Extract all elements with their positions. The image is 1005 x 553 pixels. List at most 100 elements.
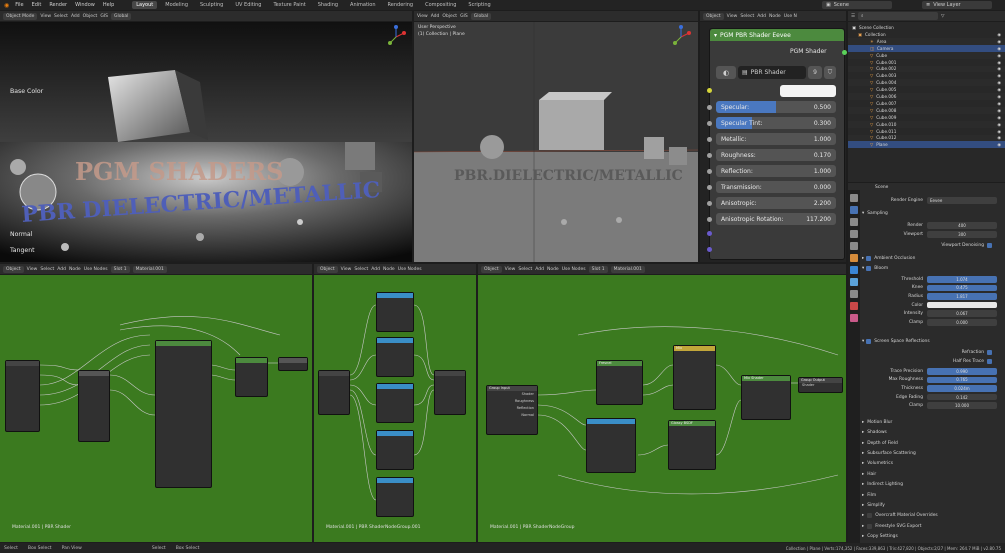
properties-tab-icons[interactable] bbox=[848, 190, 860, 370]
outliner-item[interactable]: ▽ Plane ◉ bbox=[848, 141, 1005, 149]
ne3-slot[interactable]: Slot 1 bbox=[588, 265, 608, 273]
ne3-node[interactable]: Node bbox=[547, 267, 559, 272]
ne1-output-node[interactable] bbox=[278, 357, 308, 371]
prop-section[interactable]: ▸ Subsurface Scattering bbox=[862, 449, 1003, 458]
prop-section[interactable]: ▸ Depth of Field bbox=[862, 439, 1003, 448]
visibility-eye-icon[interactable]: ◉ bbox=[997, 60, 1001, 65]
base-color-socket[interactable] bbox=[707, 88, 712, 93]
prop-row-field[interactable]: 0.067 bbox=[927, 310, 997, 317]
ao-checkbox[interactable] bbox=[866, 255, 872, 261]
tab-modeling[interactable]: Modeling bbox=[161, 1, 192, 9]
param-socket[interactable] bbox=[707, 217, 712, 222]
ssr-section[interactable]: ▾ Screen Space Reflections bbox=[862, 337, 1003, 346]
param-field-3[interactable]: Roughness: 0.170 bbox=[716, 149, 836, 161]
param-socket[interactable] bbox=[707, 121, 712, 126]
menu-render[interactable]: Render bbox=[47, 2, 69, 8]
param-socket[interactable] bbox=[707, 105, 712, 110]
ne1-node[interactable]: Node bbox=[69, 267, 81, 272]
outliner-display-icon[interactable]: ☰ bbox=[851, 14, 855, 19]
prop-row-field[interactable] bbox=[927, 301, 997, 309]
ne1-mix-node[interactable] bbox=[235, 357, 268, 397]
prop-row-field[interactable]: 1.074 bbox=[927, 276, 997, 283]
ne1-frame-node[interactable] bbox=[78, 370, 110, 442]
param-field-4[interactable]: Reflection: 1.000 bbox=[716, 165, 836, 177]
param-socket[interactable] bbox=[707, 201, 712, 206]
menu-add-2[interactable]: Add bbox=[431, 14, 440, 19]
outliner-search[interactable]: ⌕ bbox=[858, 12, 939, 20]
transform-orientation[interactable]: Global bbox=[110, 12, 132, 20]
transform-orientation-2[interactable]: Global bbox=[470, 12, 492, 20]
collapse-icon[interactable]: ▾ bbox=[714, 32, 717, 39]
group-selector[interactable]: ◐ ▤ PBR Shader 9 ⛉ bbox=[716, 66, 836, 79]
pbr-menu-add[interactable]: Add bbox=[757, 14, 766, 19]
tab-animation[interactable]: Animation bbox=[346, 1, 380, 9]
prop-row-field[interactable]: 0.024m bbox=[927, 385, 997, 392]
ne2-node-c[interactable] bbox=[376, 383, 414, 423]
node-editor-2[interactable]: Material.001 | PBR ShaderNodeGroup.001 bbox=[314, 275, 476, 542]
tab-sculpting[interactable]: Sculpting bbox=[196, 1, 227, 9]
param-socket[interactable] bbox=[707, 137, 712, 142]
refraction-row[interactable]: Refraction bbox=[862, 348, 1003, 357]
prop-row-field[interactable]: 0.475 bbox=[927, 284, 997, 292]
param-socket[interactable] bbox=[707, 169, 712, 174]
menu-object[interactable]: Object bbox=[83, 14, 98, 19]
visibility-eye-icon[interactable]: ◉ bbox=[997, 142, 1001, 147]
blender-logo-icon[interactable]: ◉ bbox=[4, 2, 9, 9]
tab-uv-editing[interactable]: UV Editing bbox=[231, 1, 265, 9]
outliner-item[interactable]: ▽ Cube.012 ◉ bbox=[848, 134, 1005, 142]
prop-section[interactable]: ▸ Simplify bbox=[862, 501, 1003, 510]
ne3-glossy-node[interactable]: Glossy BSDF bbox=[668, 420, 716, 470]
tab-scripting[interactable]: Scripting bbox=[464, 1, 494, 9]
prop-row-field[interactable]: 0.142 bbox=[927, 393, 997, 401]
tangent-socket[interactable] bbox=[707, 247, 712, 252]
menu-gis-2[interactable]: GIS bbox=[460, 14, 468, 19]
visibility-eye-icon[interactable]: ◉ bbox=[997, 122, 1001, 127]
ne3-material[interactable]: Material.001 bbox=[610, 265, 645, 273]
visibility-eye-icon[interactable]: ◉ bbox=[997, 73, 1001, 78]
menu-select[interactable]: Select bbox=[54, 14, 68, 19]
ne2-use-nodes[interactable]: Use Nodes bbox=[398, 267, 422, 272]
ne2-node[interactable]: Node bbox=[383, 267, 395, 272]
param-field-0[interactable]: Specular: 0.500 bbox=[716, 101, 836, 113]
ssr-checkbox[interactable] bbox=[866, 338, 872, 344]
prop-section[interactable]: ▸ Indirect Lighting bbox=[862, 480, 1003, 489]
half-res-row[interactable]: Half Res Trace bbox=[862, 357, 1003, 366]
tab-layout[interactable]: Layout bbox=[132, 1, 158, 9]
prop-section[interactable]: ▸ Motion Blur bbox=[862, 418, 1003, 427]
viewport-denoising-checkbox[interactable] bbox=[987, 242, 992, 248]
ne1-view[interactable]: View bbox=[27, 267, 38, 272]
param-field-5[interactable]: Transmission: 0.000 bbox=[716, 181, 836, 193]
ne1-add[interactable]: Add bbox=[57, 267, 66, 272]
ne1-principled-node[interactable] bbox=[155, 340, 212, 488]
render-samples-field[interactable]: 400 bbox=[927, 222, 997, 229]
outliner-item[interactable]: ▣ Collection ◉ bbox=[848, 31, 1005, 38]
visibility-eye-icon[interactable]: ◉ bbox=[997, 87, 1001, 92]
prop-section[interactable]: ▸ Hair bbox=[862, 470, 1003, 479]
menu-view-2[interactable]: View bbox=[417, 14, 428, 19]
mode-selector[interactable]: Object Mode bbox=[3, 12, 38, 20]
ne3-select[interactable]: Select bbox=[518, 267, 532, 272]
outliner-item[interactable]: ▽ Cube.002 ◉ bbox=[848, 65, 1005, 73]
ne3-view[interactable]: View bbox=[505, 267, 516, 272]
sampling-section[interactable]: ▾ Sampling bbox=[862, 209, 1003, 218]
visibility-eye-icon[interactable]: ◉ bbox=[997, 135, 1001, 140]
outliner-item[interactable]: ▽ Cube.009 ◉ bbox=[848, 114, 1005, 121]
tab-texture-paint[interactable]: Texture Paint bbox=[269, 1, 309, 9]
pbr-use-nodes[interactable]: Use N bbox=[784, 14, 797, 19]
pbr-menu-view[interactable]: View bbox=[727, 14, 738, 19]
base-color-swatch[interactable] bbox=[780, 85, 836, 97]
half-res-checkbox[interactable] bbox=[987, 358, 992, 364]
ne2-group-input-node[interactable] bbox=[318, 370, 350, 415]
visibility-eye-icon[interactable]: ◉ bbox=[997, 80, 1001, 85]
bloom-section[interactable]: ▾ Bloom bbox=[862, 264, 1003, 273]
group-name[interactable]: ▤ PBR Shader bbox=[738, 66, 806, 79]
prop-section[interactable]: ▸ Shadows bbox=[862, 428, 1003, 437]
visibility-eye-icon[interactable]: ◉ bbox=[997, 115, 1001, 120]
menu-edit[interactable]: Edit bbox=[30, 2, 44, 8]
param-field-1[interactable]: Specular Tint: 0.300 bbox=[716, 117, 836, 129]
ne2-object[interactable]: Object bbox=[317, 265, 338, 273]
viewport-solid[interactable]: PBR.DIELECTRIC/METALLIC User Perspective… bbox=[414, 22, 698, 262]
outliner[interactable]: ▣ Scene Collection ▣ Collection ◉ ☀ Area ◉ ◫ Ca… bbox=[848, 22, 1005, 182]
ne2-group-output-node[interactable] bbox=[434, 370, 466, 415]
ne3-object[interactable]: Object bbox=[481, 265, 502, 273]
